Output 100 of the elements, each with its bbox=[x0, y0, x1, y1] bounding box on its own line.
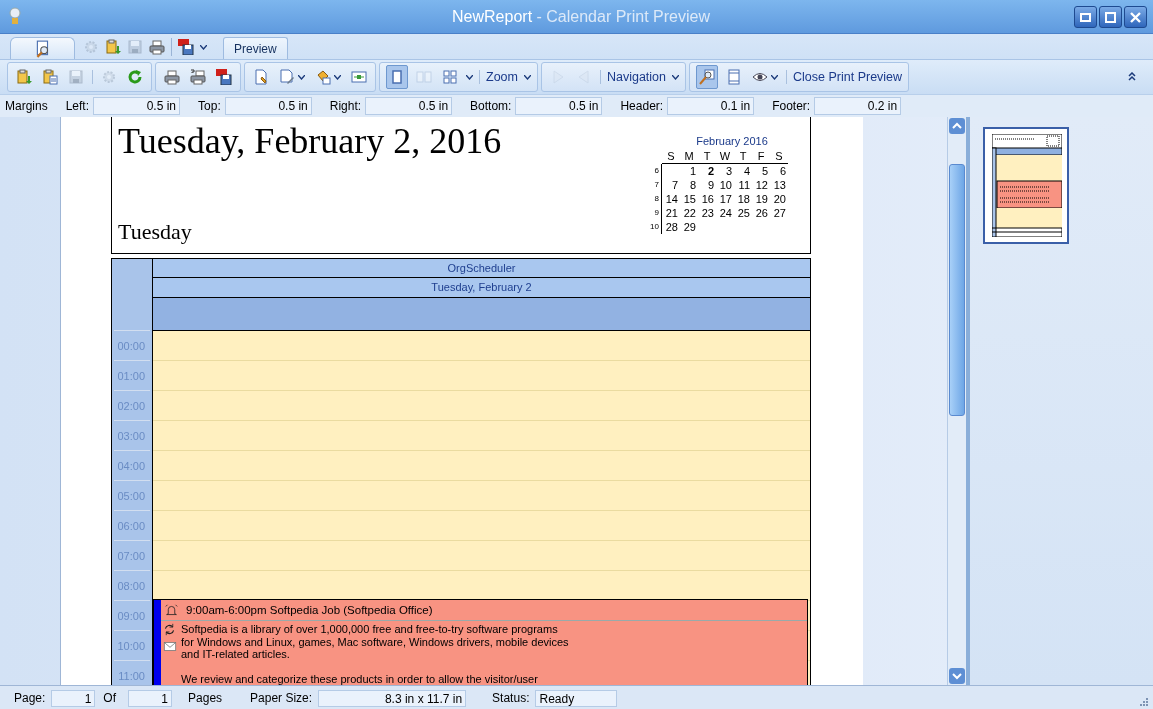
calendar-day[interactable]: 21 bbox=[662, 206, 680, 220]
calendar-day[interactable]: 27 bbox=[770, 206, 788, 220]
week-number: 6 bbox=[648, 164, 662, 178]
caret-icon[interactable] bbox=[523, 74, 531, 80]
caret-icon[interactable] bbox=[200, 44, 207, 50]
calendar-day[interactable]: 14 bbox=[662, 192, 680, 206]
paper-size: 8.3 in x 11.7 in bbox=[318, 689, 467, 707]
margin-field[interactable]: 0.5 in bbox=[365, 97, 453, 115]
time-label: 01:00 bbox=[117, 369, 145, 382]
time-label: 06:00 bbox=[117, 519, 145, 532]
caret-icon[interactable] bbox=[672, 74, 680, 80]
calendar-day[interactable]: 8 bbox=[680, 178, 698, 192]
calendar-day[interactable]: 1 bbox=[680, 164, 698, 178]
month-title: February 2016 bbox=[695, 135, 769, 147]
calendar-day[interactable]: 4 bbox=[734, 164, 752, 178]
calendar-day[interactable]: 20 bbox=[770, 192, 788, 206]
calendar-day[interactable]: 25 bbox=[734, 206, 752, 220]
calendar-day[interactable]: 9 bbox=[698, 178, 716, 192]
margins-label: Margins bbox=[5, 99, 48, 113]
restore-icon[interactable] bbox=[1080, 11, 1091, 23]
calendar-day[interactable]: 16 bbox=[698, 192, 716, 206]
page-edit-icon[interactable] bbox=[279, 69, 295, 85]
page-thumbnail[interactable] bbox=[983, 127, 1069, 244]
week-number: 10 bbox=[648, 220, 662, 234]
calendar-day[interactable]: 19 bbox=[752, 192, 770, 206]
weekday-label: M bbox=[680, 149, 698, 164]
scrollbar[interactable] bbox=[947, 117, 969, 685]
application-button[interactable] bbox=[10, 37, 75, 59]
margin-field[interactable]: 0.5 in bbox=[515, 97, 603, 115]
window-title: NewReport - Calendar Print Preview bbox=[452, 7, 711, 26]
time-label: 05:00 bbox=[117, 489, 145, 502]
week-number: 8 bbox=[648, 192, 662, 206]
status-label: Pages bbox=[188, 691, 223, 705]
close-icon[interactable] bbox=[1130, 11, 1141, 23]
page-field[interactable]: 1 bbox=[51, 689, 96, 707]
calendar-day[interactable]: 10 bbox=[716, 178, 734, 192]
margin-field[interactable]: 0.5 in bbox=[224, 97, 312, 115]
appointment-description: We review and categorize these products in order to allow the visitor/user bbox=[181, 673, 539, 685]
calendar-day[interactable]: 22 bbox=[680, 206, 698, 220]
weekday-label: W bbox=[716, 149, 734, 164]
field-label: Bottom: bbox=[470, 99, 512, 113]
time-label: 02:00 bbox=[117, 399, 145, 412]
calendar-day[interactable]: 17 bbox=[716, 192, 734, 206]
app-icon[interactable] bbox=[9, 6, 21, 27]
calendar-day[interactable]: 29 bbox=[680, 220, 698, 234]
time-label: 03:00 bbox=[117, 429, 145, 442]
status-label: Paper Size: bbox=[250, 691, 313, 705]
margin-field[interactable]: 0.2 in bbox=[814, 97, 902, 115]
calendar-day[interactable]: 15 bbox=[680, 192, 698, 206]
dropdown-menu[interactable]: Navigation bbox=[606, 70, 680, 84]
envelope-icon bbox=[163, 640, 177, 653]
caret-icon[interactable] bbox=[334, 74, 341, 80]
calendar-day[interactable]: 26 bbox=[752, 206, 770, 220]
page-count: 1 bbox=[128, 689, 173, 707]
margin-field[interactable]: 0.5 in bbox=[93, 97, 181, 115]
field-label: Footer: bbox=[772, 99, 811, 113]
close-preview-button[interactable]: Close Print Preview bbox=[793, 70, 903, 84]
calendar-day[interactable]: 18 bbox=[734, 192, 752, 206]
time-label: 07:00 bbox=[117, 549, 145, 562]
weekday-label: S bbox=[662, 149, 680, 164]
calendar-day[interactable]: 23 bbox=[698, 206, 716, 220]
caret-icon[interactable] bbox=[298, 74, 305, 80]
printer-icon[interactable] bbox=[149, 39, 165, 55]
calendar-day[interactable]: 11 bbox=[734, 178, 752, 192]
time-label: 09:00 bbox=[117, 609, 145, 622]
scroll-thumb[interactable] bbox=[949, 164, 965, 416]
pdf-save-icon[interactable] bbox=[178, 39, 194, 55]
collapse-ribbon-icon[interactable] bbox=[1128, 72, 1136, 81]
calendar-day[interactable]: 3 bbox=[716, 164, 734, 178]
clipboard-icon[interactable] bbox=[105, 39, 121, 55]
maximize-icon[interactable] bbox=[1105, 11, 1116, 23]
scroll-up-button[interactable] bbox=[949, 118, 965, 134]
calendar-day[interactable]: 24 bbox=[716, 206, 734, 220]
resize-grip-icon[interactable] bbox=[1139, 697, 1149, 707]
time-label: 10:00 bbox=[117, 639, 145, 652]
calendar-day[interactable]: 13 bbox=[770, 178, 788, 192]
close-button[interactable] bbox=[1124, 6, 1147, 28]
date-header: Tuesday, February 2 bbox=[153, 278, 810, 298]
ribbon-tab[interactable]: Preview bbox=[223, 37, 288, 59]
scroll-down-button[interactable] bbox=[949, 668, 965, 684]
restore-button[interactable] bbox=[1074, 6, 1097, 28]
status-label: Page: bbox=[14, 691, 46, 705]
maximize-button[interactable] bbox=[1099, 6, 1122, 28]
paint-bucket-icon[interactable] bbox=[315, 69, 331, 85]
calendar-day[interactable]: 12 bbox=[752, 178, 770, 192]
calendar-day[interactable]: 6 bbox=[770, 164, 788, 178]
dropdown-menu[interactable]: Zoom bbox=[486, 70, 531, 84]
caret-icon[interactable] bbox=[771, 74, 779, 80]
calendar-day[interactable]: 2 bbox=[698, 164, 716, 178]
calendar-day[interactable]: 7 bbox=[662, 178, 680, 192]
caret-icon[interactable] bbox=[466, 74, 473, 80]
alarm-bell-icon bbox=[165, 603, 178, 617]
field-label: Top: bbox=[198, 99, 221, 113]
weekday-label: T bbox=[698, 149, 716, 164]
recurrence-icon bbox=[163, 623, 176, 636]
calendar-day[interactable]: 28 bbox=[662, 220, 680, 234]
weekday-label: S bbox=[770, 149, 788, 164]
date-title: Tuesday, February 2, 2016 bbox=[118, 121, 502, 161]
margin-field[interactable]: 0.1 in bbox=[667, 97, 755, 115]
calendar-day[interactable]: 5 bbox=[752, 164, 770, 178]
